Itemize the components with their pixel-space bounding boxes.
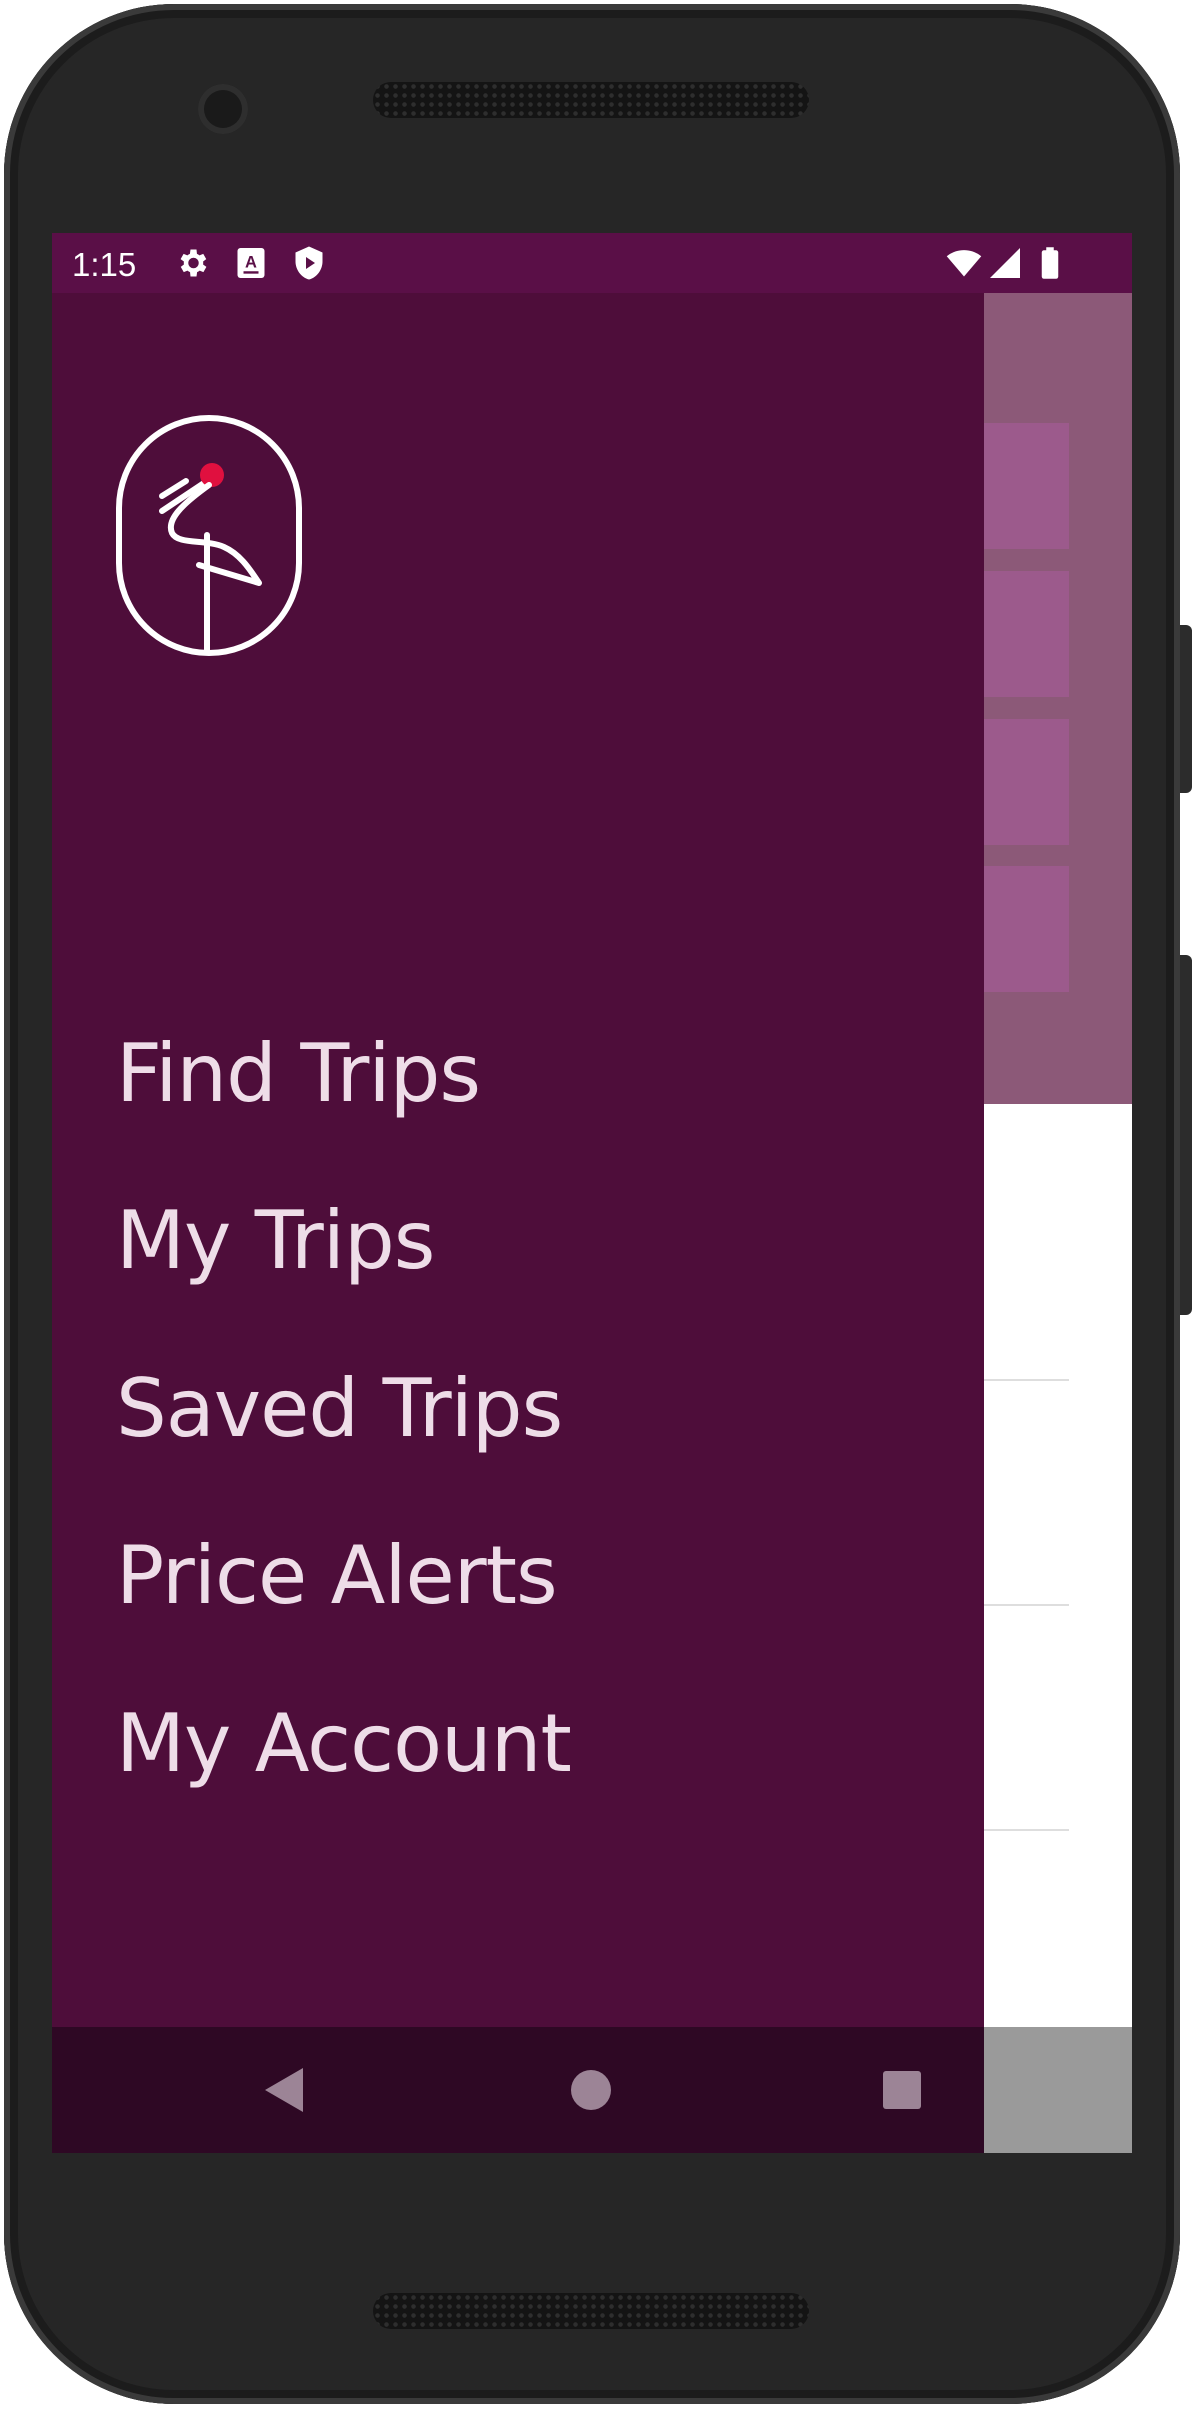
navigation-drawer: Find Trips My Trips Saved Trips Price Al… (52, 293, 984, 2033)
keyboard-icon: A (237, 248, 265, 278)
settings-icon (180, 249, 207, 277)
phone-screen: 1:15 A AT (52, 233, 1132, 2153)
shield-play-icon (295, 246, 323, 280)
navigation-bar (52, 2027, 1132, 2153)
recents-button[interactable] (872, 2060, 932, 2120)
earpiece-speaker (373, 82, 809, 118)
wifi-icon (946, 250, 982, 277)
volume-rocker[interactable] (1180, 955, 1192, 1315)
back-icon (265, 2068, 303, 2112)
drawer-item-my-account[interactable]: My Account (116, 1683, 936, 1803)
drawer-item-saved-trips[interactable]: Saved Trips (116, 1348, 936, 1468)
battery-icon (1041, 247, 1059, 279)
heron-logo-icon (116, 415, 302, 656)
status-bar: 1:15 A (52, 233, 1132, 293)
power-button[interactable] (1180, 625, 1192, 793)
recents-icon (883, 2071, 921, 2109)
back-button[interactable] (254, 2060, 314, 2120)
drawer-item-find-trips[interactable]: Find Trips (116, 1013, 936, 1133)
home-button[interactable] (561, 2060, 621, 2120)
front-camera (198, 84, 248, 134)
drawer-item-my-trips[interactable]: My Trips (116, 1180, 936, 1300)
home-icon (571, 2070, 611, 2110)
drawer-item-price-alerts[interactable]: Price Alerts (116, 1515, 936, 1635)
bottom-speaker (373, 2293, 809, 2329)
status-time: 1:15 (72, 246, 137, 283)
cellular-signal-icon (990, 248, 1020, 278)
svg-text:A: A (245, 254, 257, 272)
